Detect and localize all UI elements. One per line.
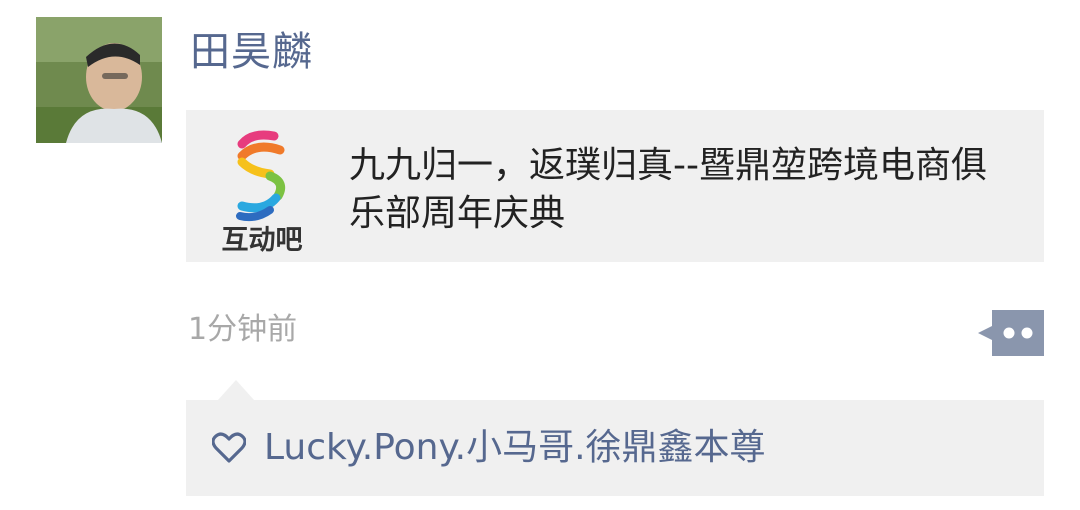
more-dots-icon: [978, 310, 1044, 356]
likes-names[interactable]: Lucky.Pony.小马哥.徐鼎鑫本尊: [264, 424, 766, 472]
post-timestamp: 1分钟前: [188, 312, 298, 347]
likes-section: Lucky.Pony.小马哥.徐鼎鑫本尊: [186, 400, 1044, 496]
heart-outline-icon: [211, 432, 247, 464]
shared-link-card[interactable]: 互动吧 九九归一，返璞归真--暨鼎堃跨境电商俱乐部周年庆典: [186, 110, 1044, 262]
author-avatar[interactable]: [36, 17, 162, 143]
likes-pointer: [218, 380, 254, 400]
comment-button[interactable]: [978, 310, 1044, 356]
thumb-label: 互动吧: [221, 225, 303, 256]
author-name[interactable]: 田昊麟: [190, 22, 313, 82]
share-title: 九九归一，返璞归真--暨鼎堃跨境电商俱乐部周年庆典: [349, 145, 987, 234]
hudongba-s-logo-icon: [236, 130, 286, 222]
hudongba-logo-icon: 互动吧: [212, 128, 312, 256]
avatar-photo: [36, 17, 162, 143]
